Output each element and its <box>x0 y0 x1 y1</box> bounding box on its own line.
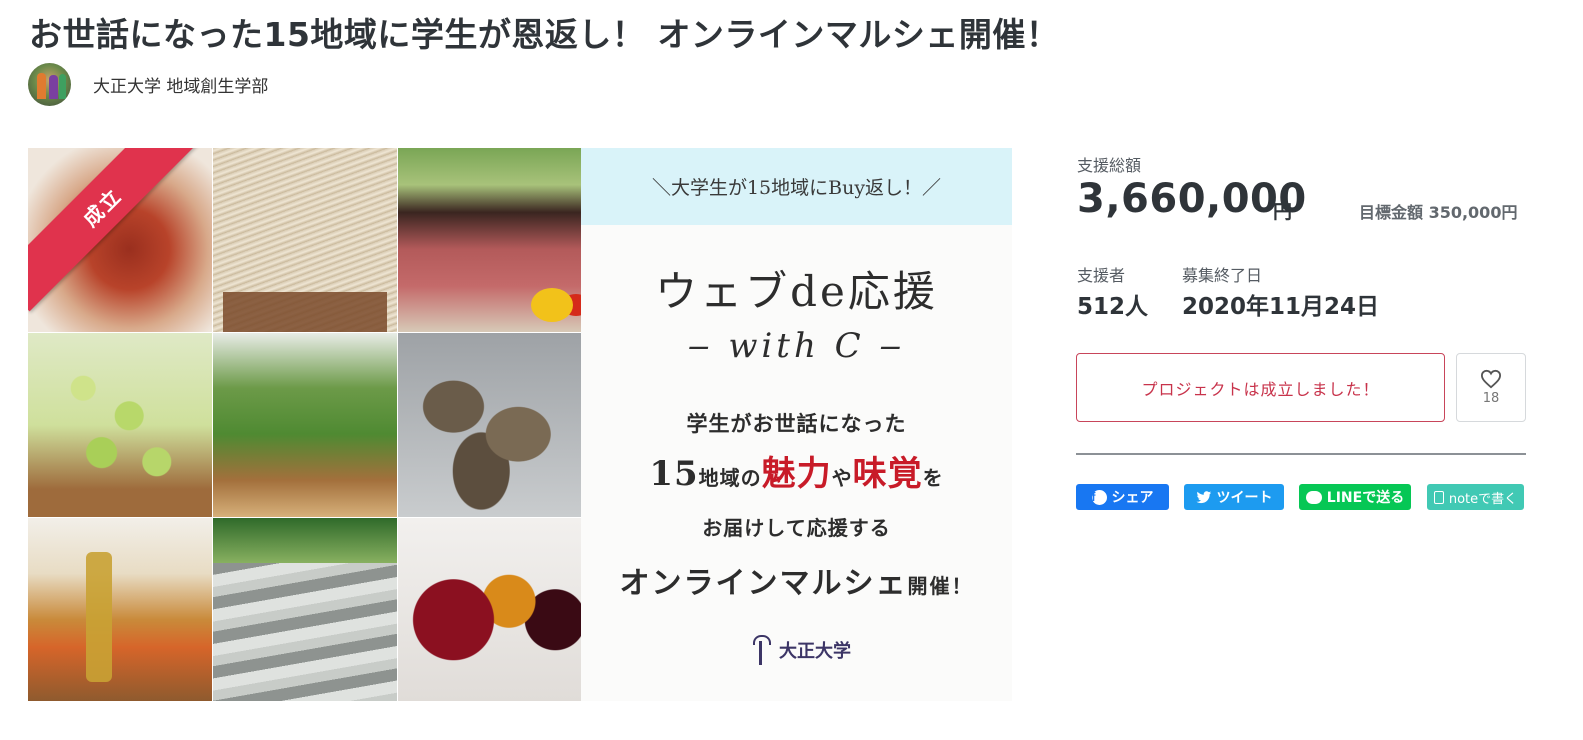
banner-line-4-taste: 味覚 <box>852 454 923 494</box>
facebook-share-button[interactable]: f シェア <box>1076 484 1169 510</box>
banner-line-4-number: 15 <box>649 454 699 494</box>
total-amount-unit: 円 <box>1273 201 1293 223</box>
banner-line-6-marche: オンラインマルシェ <box>619 566 908 601</box>
twitter-share-label: ツイート <box>1216 490 1273 506</box>
banner-line-4-charm: 魅力 <box>761 454 832 494</box>
photo-meat <box>398 148 583 332</box>
goal-amount: 目標金額 350,000円 <box>1359 203 1518 222</box>
end-date-value: 2020年11月24日 <box>1182 294 1380 320</box>
banner-line-4-wo: を <box>922 466 944 490</box>
owner-avatar[interactable] <box>28 63 71 106</box>
note-share-label: noteで書く <box>1448 491 1518 507</box>
university-logo: 大正大学 <box>749 633 851 667</box>
supporters-label: 支援者 <box>1077 266 1126 285</box>
banner-line-2: ‒ with C ‒ <box>687 326 906 366</box>
facebook-icon: f <box>1091 489 1107 505</box>
note-share-button[interactable]: noteで書く <box>1427 484 1524 510</box>
line-share-button[interactable]: LINEで送る <box>1299 484 1411 510</box>
project-hero-image: 成立 ＼大学生が15地域にBuy返し！／ ウェブde応援 ‒ with C ‒ … <box>28 148 1012 701</box>
heart-icon <box>1480 369 1502 389</box>
banner-line-6-held: 開催！ <box>907 574 974 598</box>
photo-jams <box>398 518 583 701</box>
banner-line-1: ウェブde応援 <box>655 267 938 316</box>
twitter-icon <box>1196 490 1211 503</box>
note-icon <box>1433 490 1444 504</box>
photo-soba <box>213 148 397 332</box>
photo-fish <box>213 518 397 701</box>
banner-line-6: オンラインマルシェ開催！ <box>581 558 1012 602</box>
section-divider <box>1076 453 1526 455</box>
project-title: お世話になった15地域に学生が恩返し！ オンラインマルシェ開催！ <box>29 15 1060 54</box>
total-amount-label: 支援総額 <box>1077 156 1142 175</box>
banner-line-4-region: 地域の <box>698 466 762 490</box>
university-logo-mark-icon <box>749 633 773 667</box>
university-logo-text: 大正大学 <box>779 641 851 662</box>
photo-grapes <box>28 333 212 517</box>
favorite-button[interactable]: 18 <box>1456 353 1526 422</box>
photo-vegetables <box>213 333 397 517</box>
project-status-button[interactable]: プロジェクトは成立しました！ <box>1076 353 1445 422</box>
banner-header: ＼大学生が15地域にBuy返し！／ <box>581 148 1012 225</box>
photo-oysters <box>398 333 583 517</box>
end-date-label: 募集終了日 <box>1182 266 1263 285</box>
owner-name[interactable]: 大正大学 地域創生学部 <box>93 72 268 97</box>
banner-line-4: 15地域の魅力や味覚を <box>581 446 1012 495</box>
favorite-count: 18 <box>1482 391 1500 406</box>
twitter-share-button[interactable]: ツイート <box>1184 484 1284 510</box>
banner-line-4-and: や <box>831 466 853 490</box>
banner-line-3: 学生がお世話になった <box>686 411 907 436</box>
banner-text-panel: ＼大学生が15地域にBuy返し！／ ウェブde応援 ‒ with C ‒ 学生が… <box>581 148 1012 701</box>
photo-seasonings <box>28 518 212 701</box>
project-owner[interactable]: 大正大学 地域創生学部 <box>28 63 268 106</box>
product-photo-grid <box>28 148 583 701</box>
line-icon <box>1305 490 1322 504</box>
facebook-share-label: シェア <box>1111 490 1154 506</box>
banner-line-5: お届けして応援する <box>702 516 891 540</box>
supporters-value: 512人 <box>1077 294 1149 320</box>
line-share-label: LINEで送る <box>1326 490 1405 506</box>
